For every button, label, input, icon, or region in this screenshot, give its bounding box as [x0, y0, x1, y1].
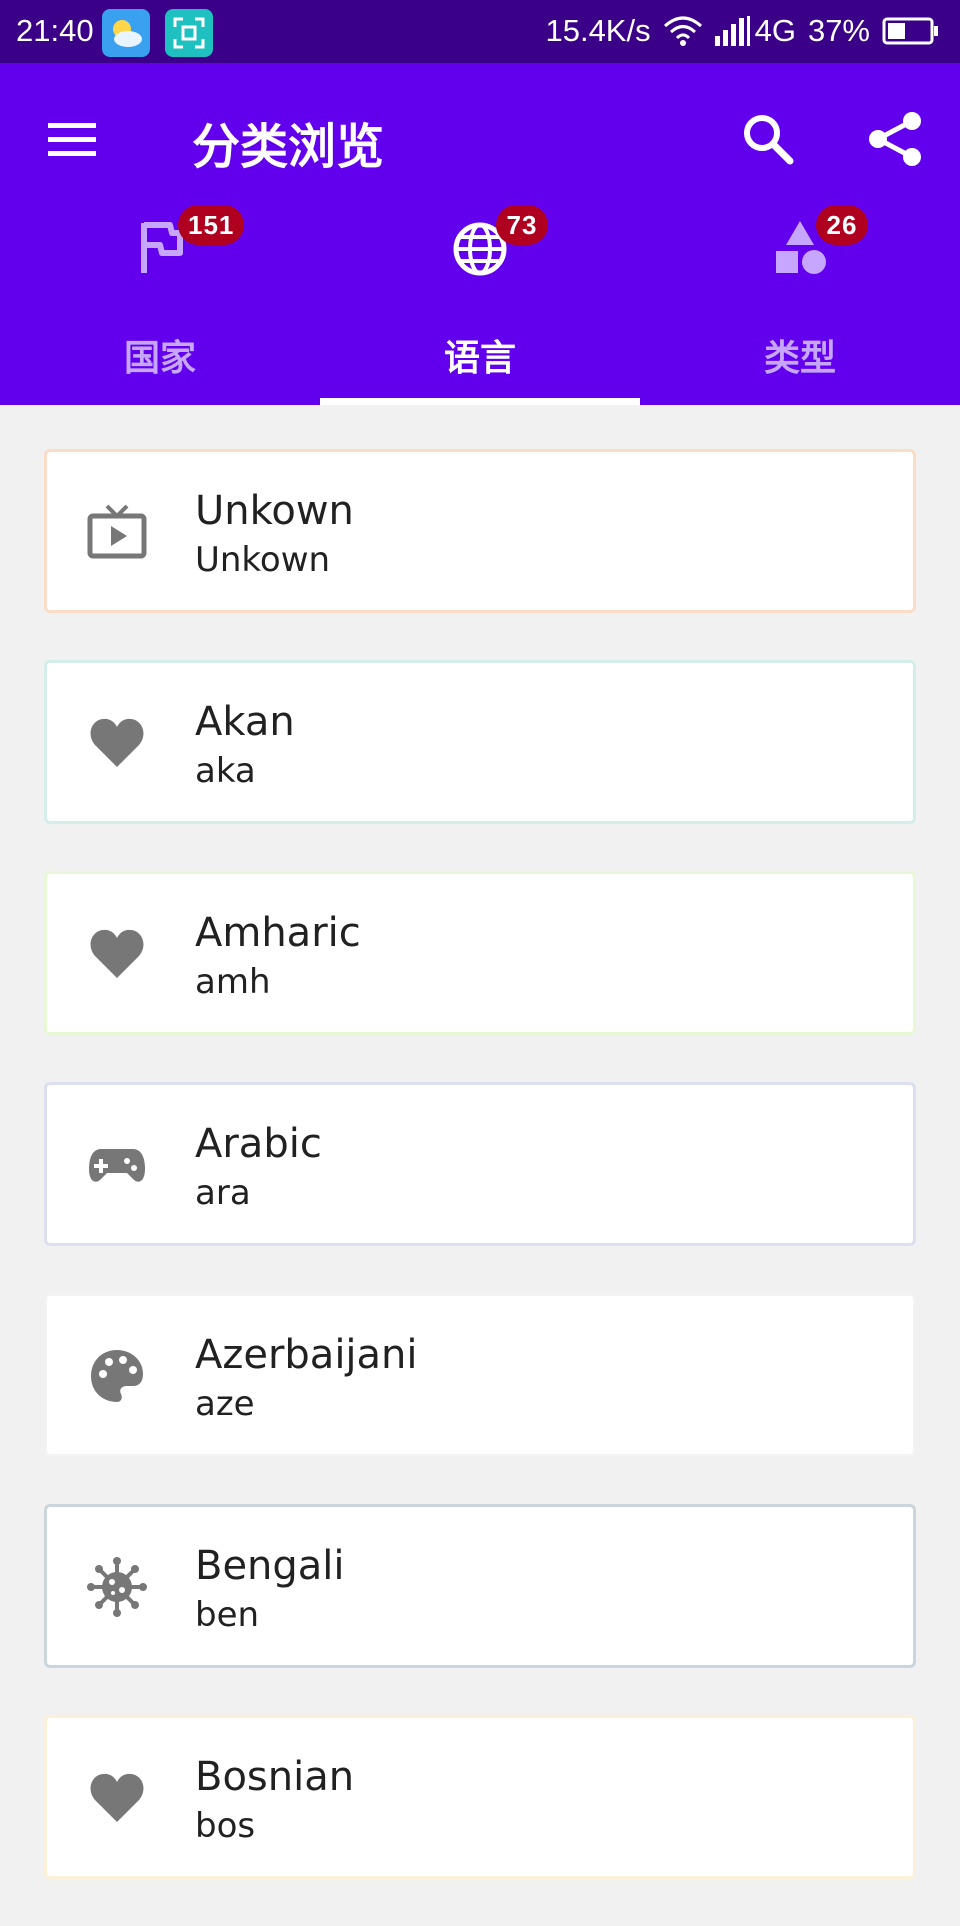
search-button[interactable] — [738, 109, 798, 169]
palette-icon — [91, 1350, 143, 1402]
language-name: Arabic — [195, 1121, 322, 1167]
battery-level: 37% — [807, 13, 870, 48]
language-name: Bengali — [195, 1543, 345, 1589]
network-type: 4G — [754, 13, 796, 48]
language-code: aze — [195, 1384, 255, 1424]
tab-country[interactable]: 151 国家 — [0, 205, 320, 405]
language-name: Akan — [195, 699, 295, 745]
status-right: 15.4K/s 4G 37% — [545, 13, 940, 49]
battery-icon — [882, 17, 938, 45]
language-name: Azerbaijani — [195, 1332, 418, 1378]
language-code: aka — [195, 751, 256, 791]
share-icon — [869, 112, 921, 166]
status-bar: 21:40 15.4K/s 4G 37% — [0, 0, 960, 63]
list-item[interactable]: Bengali ben — [44, 1504, 916, 1668]
screenshot-app-icon — [165, 9, 213, 57]
menu-button[interactable] — [44, 111, 100, 167]
tab-language[interactable]: 73 语言 — [320, 205, 640, 405]
language-code: bos — [195, 1806, 256, 1846]
tab-language-label: 语言 — [443, 338, 516, 379]
tab-country-label: 国家 — [123, 338, 196, 379]
gamepad-icon — [89, 1149, 145, 1182]
language-name: Amharic — [195, 910, 361, 956]
status-time: 21:40 — [16, 13, 94, 48]
wifi-icon — [663, 16, 702, 46]
list-item[interactable]: Unkown Unkown — [44, 449, 916, 613]
search-icon — [744, 115, 794, 165]
tv-icon — [87, 504, 147, 559]
heart-icon — [90, 718, 144, 767]
tab-indicator — [320, 398, 640, 405]
list-item[interactable]: Azerbaijani aze — [44, 1293, 916, 1457]
weather-app-icon — [102, 9, 150, 57]
list-item[interactable]: Amharic amh — [44, 871, 916, 1035]
tab-type-badge: 26 — [816, 205, 868, 245]
language-name: Bosnian — [195, 1754, 355, 1800]
virus-icon — [87, 1557, 147, 1617]
heart-icon — [90, 1773, 144, 1822]
list-item[interactable]: Arabic ara — [44, 1082, 916, 1246]
list-item[interactable]: Akan aka — [44, 660, 916, 824]
list-item[interactable]: Bosnian bos — [44, 1715, 916, 1879]
tab-language-badge: 73 — [496, 205, 548, 245]
page-title: 分类浏览 — [192, 119, 385, 175]
tab-country-badge: 151 — [178, 205, 245, 245]
language-list: Unkown Unkown Akan aka Amharic amh Arabi… — [44, 449, 916, 1926]
tab-type-label: 类型 — [763, 338, 836, 379]
language-code: Unkown — [195, 540, 331, 580]
network-speed: 15.4K/s — [545, 13, 651, 48]
language-code: amh — [195, 962, 271, 1002]
tab-type[interactable]: 26 类型 — [640, 205, 960, 405]
language-name: Unkown — [195, 488, 354, 534]
signal-icon — [714, 16, 750, 46]
language-code: ben — [195, 1595, 260, 1635]
heart-icon — [90, 929, 144, 978]
share-button[interactable] — [866, 109, 926, 169]
language-code: ara — [195, 1173, 251, 1213]
app-bar: 分类浏览 151 国家 73 语言 26 类型 — [0, 63, 960, 405]
menu-icon — [48, 123, 96, 156]
